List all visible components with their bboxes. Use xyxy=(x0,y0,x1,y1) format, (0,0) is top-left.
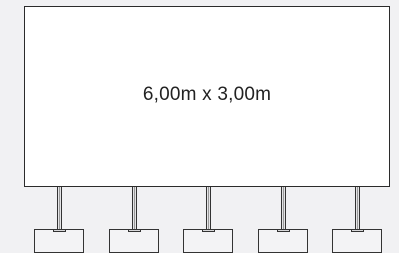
screen-dimensions-label: 6,00m x 3,00m xyxy=(142,83,272,105)
support-foot-cap xyxy=(201,229,215,232)
support-leg xyxy=(205,187,211,230)
support-foot-cap xyxy=(52,229,66,232)
support-leg xyxy=(131,187,137,230)
led-screen-panel: 6,00m x 3,00m xyxy=(24,6,390,187)
support-leg xyxy=(280,187,286,230)
support-foot-cap xyxy=(276,229,290,232)
support-leg xyxy=(56,187,62,230)
support-foot-cap xyxy=(127,229,141,232)
support-foot-block xyxy=(183,229,233,253)
support-foot-block xyxy=(109,229,159,253)
support-foot-block xyxy=(34,229,84,253)
support-foot-block xyxy=(258,229,308,253)
support-leg xyxy=(354,187,360,230)
support-foot-block xyxy=(332,229,382,253)
support-foot-cap xyxy=(350,229,364,232)
